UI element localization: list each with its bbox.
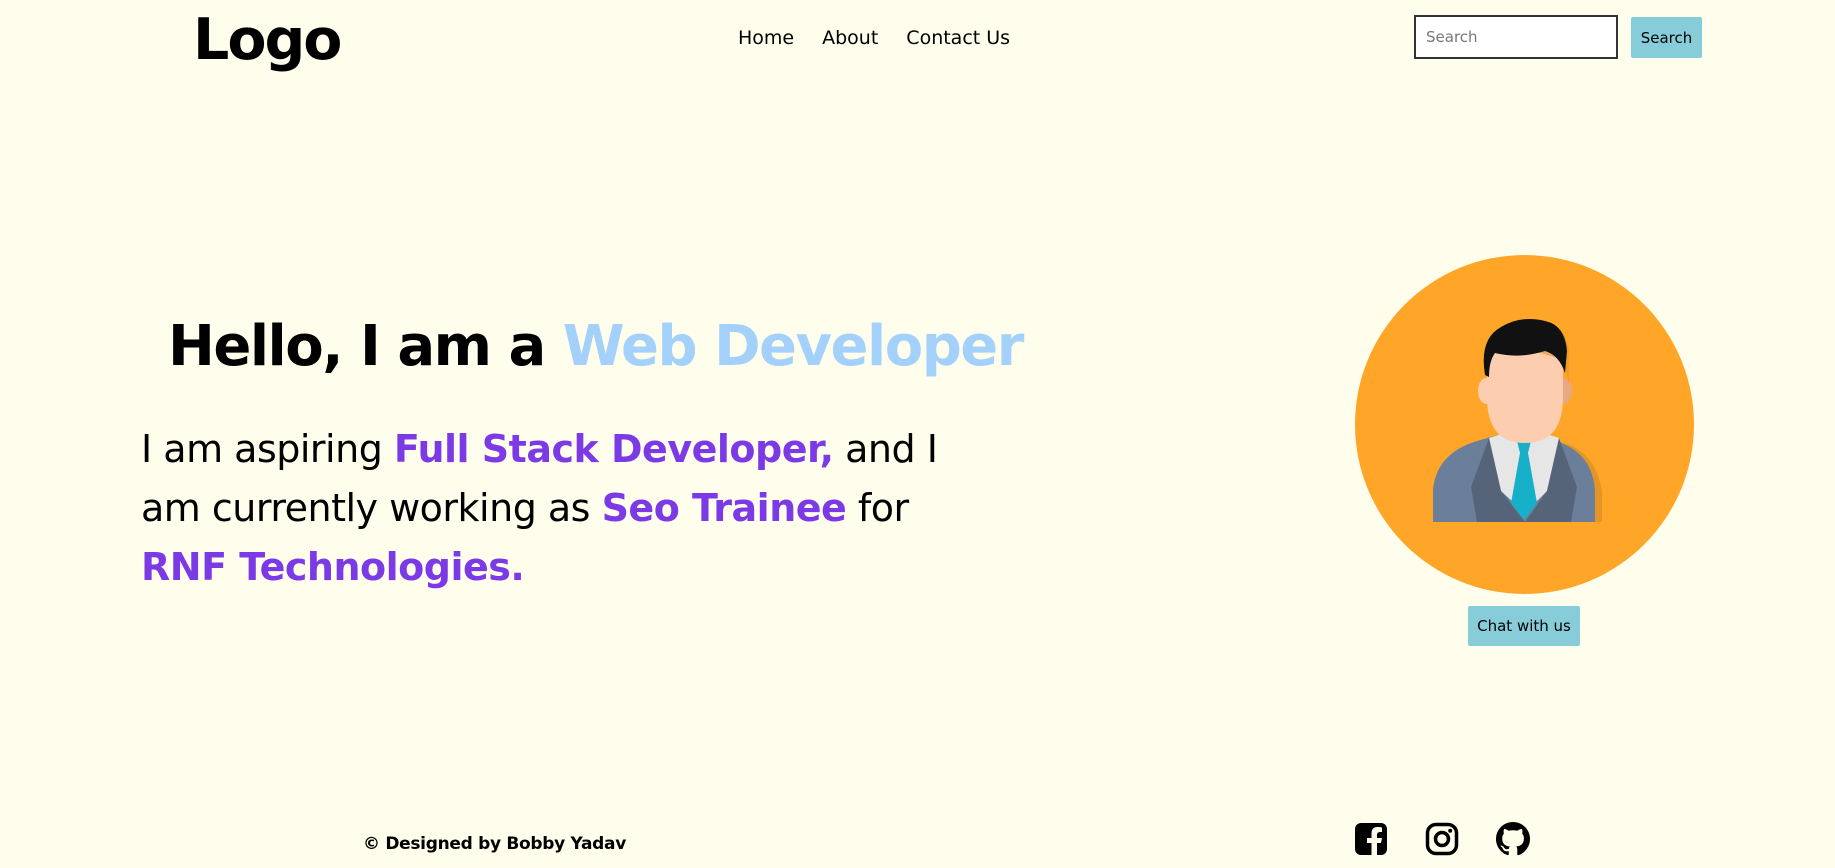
search-input[interactable] <box>1414 15 1618 59</box>
hero-title: Hello, I am a Web Developer <box>168 311 1025 383</box>
chat-button[interactable]: Chat with us <box>1468 606 1580 646</box>
logo[interactable]: Logo <box>193 6 342 74</box>
intro-text: I am aspiring <box>141 427 394 471</box>
main-nav: Home About Contact Us <box>738 24 1010 52</box>
github-icon[interactable] <box>1496 822 1530 856</box>
hero-title-prefix: Hello, I am a <box>168 314 563 379</box>
hero-intro: I am aspiring Full Stack Developer, and … <box>141 420 961 597</box>
footer-credit: © Designed by Bobby Yadav <box>363 834 626 854</box>
intro-text: for <box>846 486 909 530</box>
businessman-illustration <box>1433 318 1602 522</box>
nav-contact-us[interactable]: Contact Us <box>906 24 1010 52</box>
intro-highlight-company: RNF Technologies. <box>141 545 525 589</box>
search-button[interactable]: Search <box>1631 17 1702 58</box>
nav-about[interactable]: About <box>822 24 878 52</box>
page: Logo Home About Contact Us Search Hello,… <box>0 0 1835 868</box>
intro-highlight-role: Full Stack Developer, <box>393 427 834 471</box>
intro-highlight-position: Seo Trainee <box>601 486 847 530</box>
nav-home[interactable]: Home <box>738 24 794 52</box>
hero-title-accent: Web Developer <box>562 314 1025 379</box>
facebook-icon[interactable] <box>1354 822 1388 856</box>
instagram-icon[interactable] <box>1425 822 1459 856</box>
profile-avatar <box>1355 255 1694 594</box>
